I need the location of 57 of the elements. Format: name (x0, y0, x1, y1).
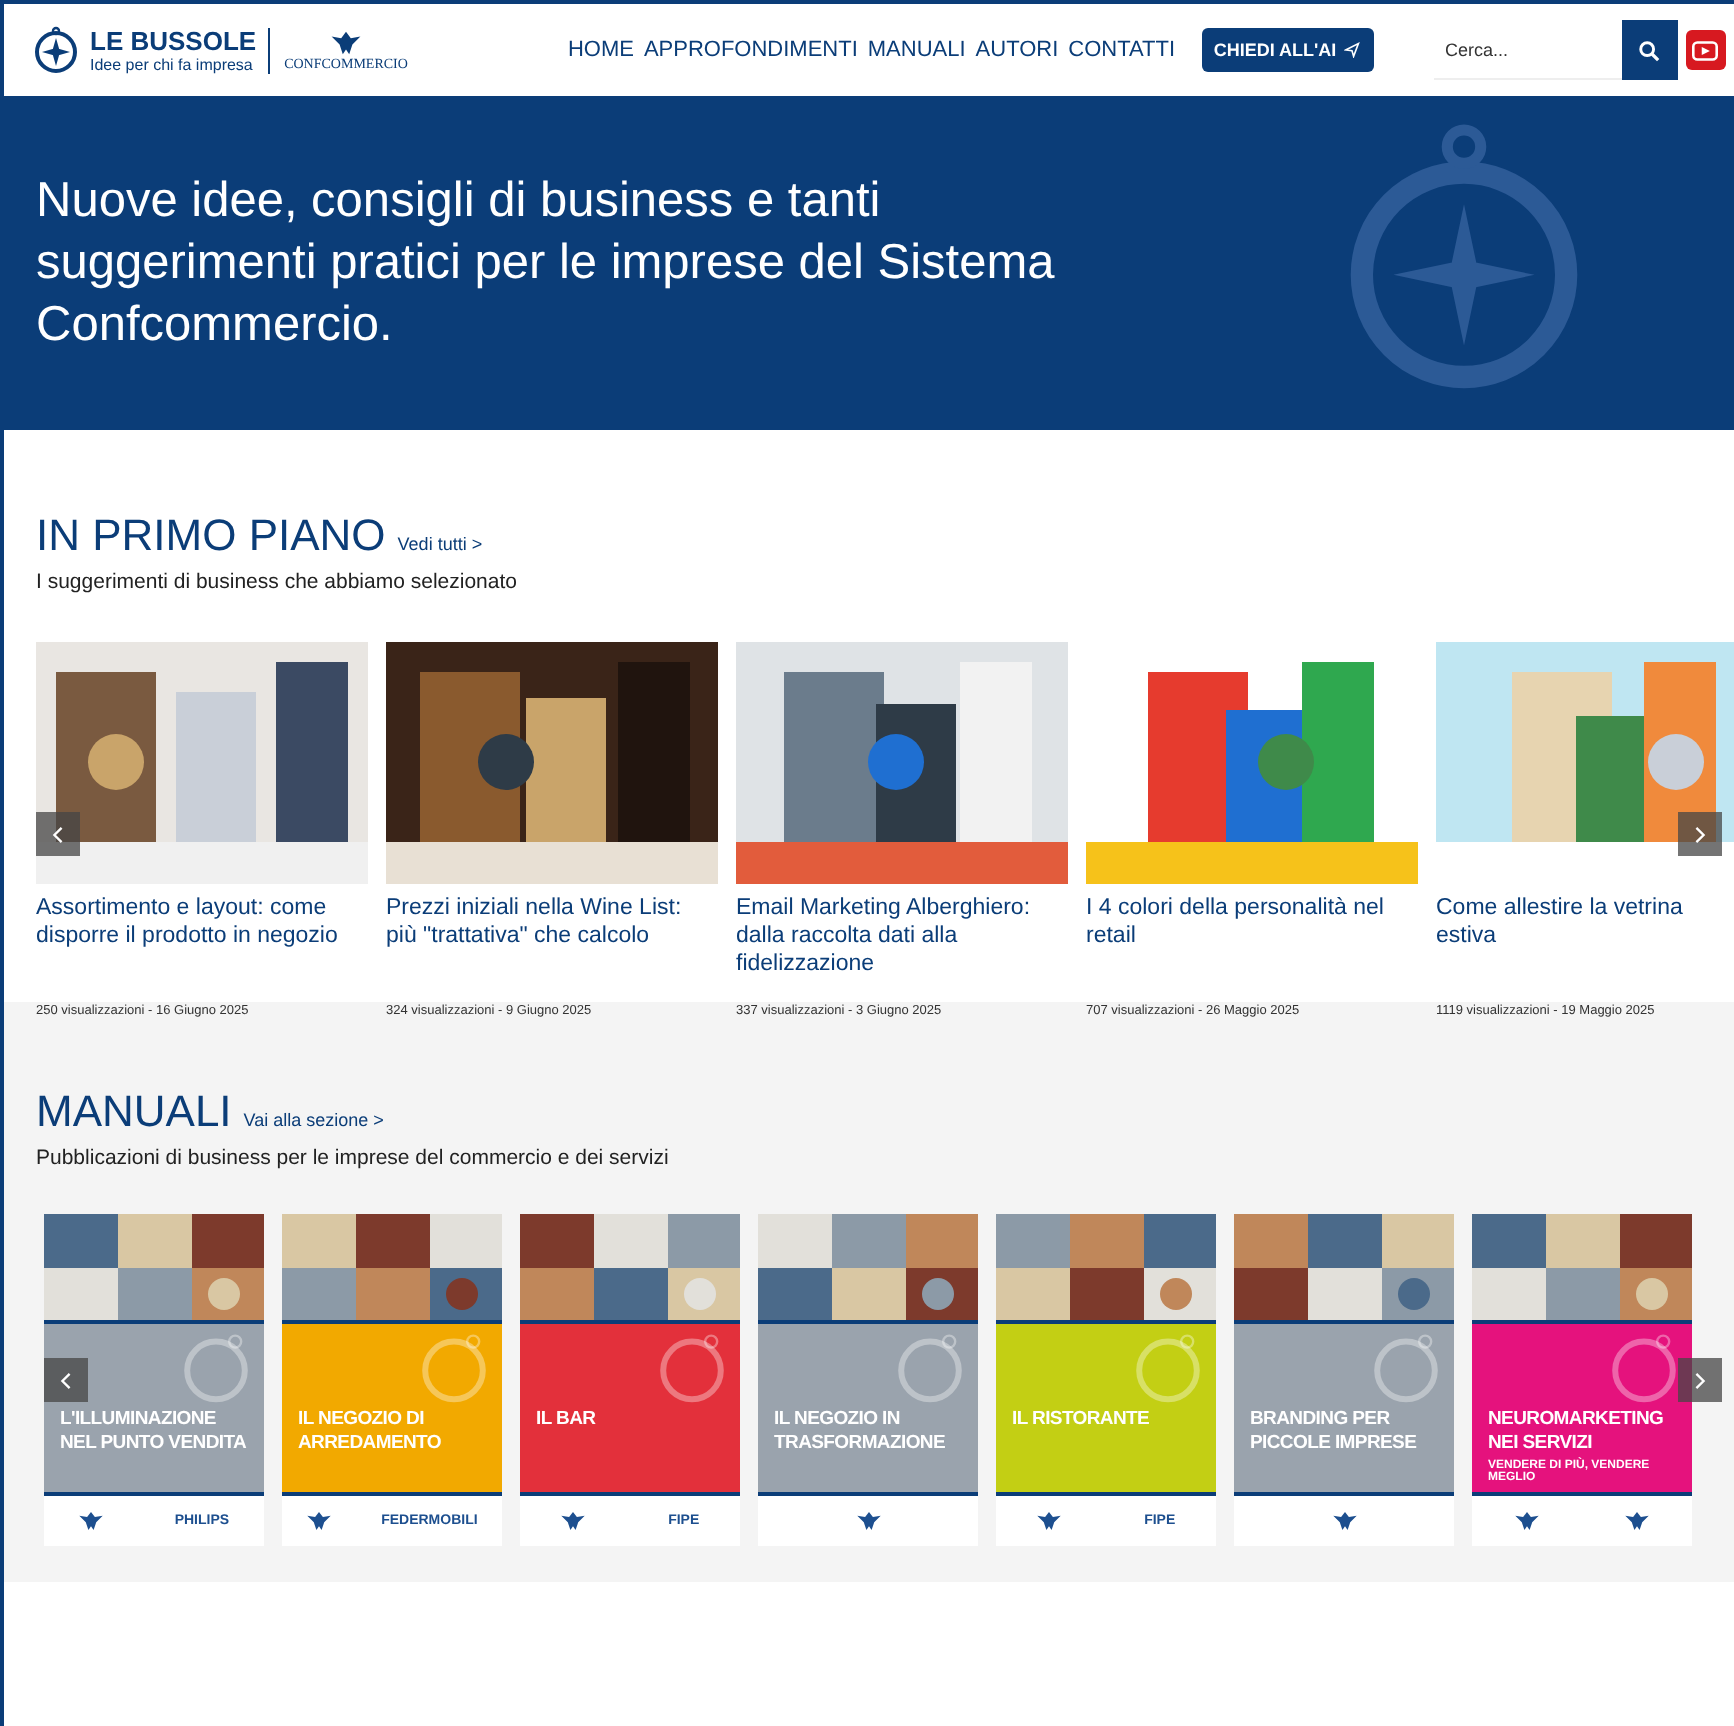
book-title: L'ILLUMINAZIONE NEL PUNTO VENDITA (60, 1408, 248, 1456)
eagle-emblem-icon (306, 1510, 333, 1532)
article-title[interactable]: Assortimento e layout: come disporre il prodotto in negozio (36, 894, 368, 994)
nav-link[interactable]: AUTORI (975, 38, 1059, 62)
hero-text: Nuove idee, consigli di business e tanti suggerimenti pratici per le imprese del Sistema Confcommercio. (36, 172, 1057, 356)
compass-logo-icon (32, 26, 80, 74)
compass-icon (656, 1332, 728, 1404)
compass-icon (1608, 1332, 1680, 1404)
book-title: IL BAR (536, 1408, 598, 1432)
eagle-emblem-icon (1331, 1510, 1357, 1532)
eagle-emblem-icon (330, 29, 362, 55)
compass-icon (1132, 1332, 1204, 1404)
compass-icon (894, 1332, 966, 1404)
eagle-emblem-icon (855, 1510, 881, 1532)
send-icon (1344, 42, 1361, 58)
search-icon (1638, 39, 1661, 61)
ask-ai-button[interactable]: CHIEDI ALL'AI (1201, 28, 1374, 72)
section-title: MANUALI (36, 1086, 232, 1138)
chevron-right-icon (1694, 1371, 1706, 1389)
compass-icon (180, 1332, 252, 1404)
section-title: IN PRIMO PIANO (36, 510, 386, 562)
article-title[interactable]: Email Marketing Alberghiero: dalla raccolta dati alla fidelizzazione (736, 894, 1068, 994)
article-title[interactable]: I 4 colori della personalità nel retail (1086, 894, 1418, 994)
chevron-left-icon (52, 825, 64, 843)
chevron-left-icon (60, 1371, 72, 1389)
chevron-right-icon (1694, 825, 1706, 843)
compass-icon (1370, 1332, 1442, 1404)
book-title: BRANDING PER PICCOLE IMPRESE (1250, 1408, 1419, 1456)
section-link[interactable]: Vai alla sezione > (243, 1110, 384, 1130)
next-button[interactable] (1678, 812, 1722, 856)
section-subtitle: Pubblicazioni di business per le imprese del commercio e dei servizi (36, 1146, 671, 1170)
brand-tagline: Idee per chi fa impresa (90, 55, 255, 73)
previous-button[interactable] (44, 1358, 88, 1402)
article-title[interactable]: Prezzi iniziali nella Wine List: più "trattativa" che calcolo (386, 894, 718, 994)
eagle-emblem-icon (78, 1510, 105, 1532)
compass-icon (418, 1332, 490, 1404)
nav-link[interactable]: HOME (567, 38, 634, 62)
eagle-emblem-icon (560, 1510, 587, 1532)
eagle-emblem-icon (1514, 1510, 1540, 1532)
nav-link[interactable]: MANUALI (867, 38, 966, 62)
eagle-emblem-icon (1036, 1510, 1063, 1532)
next-button[interactable] (1678, 1358, 1722, 1402)
section-subtitle: I suggerimenti di business che abbiamo selezionato (36, 570, 519, 594)
see-all-link[interactable]: Vedi tutti > (397, 534, 483, 554)
play-icon (1692, 39, 1719, 61)
previous-button[interactable] (36, 812, 80, 856)
search-button[interactable] (1621, 20, 1678, 80)
book-title: NEUROMARKETING NEI SERVIZI (1488, 1408, 1666, 1456)
nav-link[interactable]: CONTATTI (1068, 38, 1176, 62)
brand-title: LE BUSSOLE (90, 27, 257, 55)
eagle-emblem-icon (1624, 1510, 1650, 1532)
book-title: IL NEGOZIO IN TRASFORMAZIONE (774, 1408, 948, 1456)
nav-link[interactable]: APPROFONDIMENTI (643, 38, 858, 62)
article-title[interactable]: Come allestire la vetrina estiva (1436, 894, 1734, 994)
book-title: IL NEGOZIO DI ARREDAMENTO (298, 1408, 443, 1456)
video-button[interactable] (1685, 30, 1726, 70)
book-title: IL RISTORANTE (1012, 1408, 1152, 1432)
